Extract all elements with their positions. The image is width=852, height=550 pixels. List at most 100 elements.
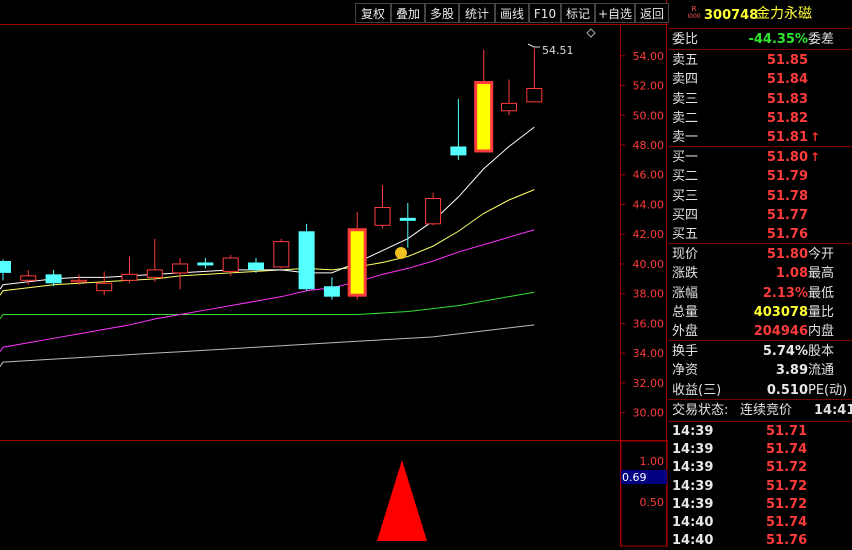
bid-row: 买一 51.80 ↑ — [668, 148, 852, 167]
weibi-value: -44.35% — [748, 32, 808, 47]
candle-body — [298, 231, 315, 290]
tick-row[interactable]: 14:39 51.72 — [668, 478, 852, 496]
ask-price: 51.85 — [766, 53, 808, 68]
tick-time: 14:40 — [672, 533, 714, 549]
stat2-suffix: 流通 — [808, 363, 835, 379]
candle-body — [172, 263, 189, 274]
tick-row[interactable]: 14:39 51.72 — [668, 496, 852, 514]
multi-stock-button[interactable]: 多股 — [425, 3, 459, 23]
add-watchlist-button[interactable]: +自选 — [595, 3, 635, 23]
stat-suffix: 最高 — [808, 266, 835, 282]
candle-body — [425, 198, 442, 225]
bid-label: 买五 — [672, 227, 699, 243]
stat-row: 外盘 204946 内盘 — [668, 322, 852, 341]
y-axis-tick-label: 30.00 — [633, 407, 665, 420]
candle-body — [399, 217, 416, 221]
bid-price: 51.77 — [766, 207, 808, 223]
tick-time: 14:40 — [672, 515, 714, 530]
candle-body — [248, 262, 264, 270]
ask-row: 卖二 51.82 — [668, 109, 852, 128]
ask-row: 卖三 51.83 — [668, 90, 852, 109]
trade-status-label: 交易状态: — [672, 403, 729, 418]
stat-row: 涨幅 2.13% 最低 — [668, 284, 852, 303]
y-axis-tick-label: 34.00 — [633, 347, 665, 360]
candle-body — [121, 273, 138, 281]
stat-value: 51.80 — [766, 247, 808, 262]
divider — [668, 243, 852, 244]
bid-label: 买三 — [672, 188, 699, 204]
candle-body — [450, 146, 467, 156]
divider — [668, 28, 852, 29]
stock-code: 300748 — [704, 8, 759, 23]
divider — [668, 49, 852, 50]
trade-status-time: 14:41: — [814, 403, 852, 418]
bid-price: 51.80 — [766, 150, 808, 165]
stat2-label: 收益(三) — [672, 382, 722, 398]
tick-price: 51.72 — [766, 478, 808, 494]
stat-suffix: 今开 — [808, 247, 835, 262]
chart-background — [0, 0, 668, 547]
ask-row: 卖五 51.85 — [668, 51, 852, 70]
stat-row: 总量 403078 量比 — [668, 303, 852, 322]
candle-body — [501, 102, 517, 112]
stat-label: 涨跌 — [672, 266, 699, 282]
tick-price: 51.71 — [766, 424, 808, 439]
stat-suffix: 量比 — [808, 304, 835, 320]
stat-value: 1.08 — [775, 266, 808, 282]
tick-row[interactable]: 14:39 51.74 — [668, 441, 852, 459]
indicator-tick-label: 0.50 — [640, 496, 665, 509]
bid-label: 买二 — [672, 169, 699, 185]
candle-body — [374, 206, 391, 226]
candle-body — [70, 279, 87, 283]
max-price-label: 54.51 — [542, 44, 574, 57]
overlay-button[interactable]: 叠加 — [391, 3, 425, 23]
tick-row[interactable]: 14:40 51.76 — [668, 532, 852, 550]
tick-time: 14:39 — [672, 478, 714, 494]
bid-price: 51.76 — [766, 227, 808, 243]
kline-chart[interactable]: 54.00 52.00 50.00 48.00 46.00 44.00 42.00 40.00… — [0, 0, 668, 547]
tick-row[interactable]: 14:39 51.72 — [668, 459, 852, 477]
mark-button[interactable]: 标记 — [561, 3, 595, 23]
ask-label: 卖四 — [672, 72, 699, 88]
statistics-button[interactable]: 统计 — [459, 3, 495, 23]
y-axis-tick-label: 54.00 — [633, 50, 665, 63]
bid-label: 买四 — [672, 207, 699, 223]
candle-body — [96, 282, 113, 292]
bid-label: 买一 — [672, 150, 699, 165]
back-button[interactable]: 返回 — [635, 3, 669, 23]
divider — [668, 340, 852, 341]
candle-body — [273, 241, 290, 268]
indicator-tick-label: 1.00 — [640, 455, 665, 468]
tick-price: 51.74 — [766, 442, 808, 458]
f10-button[interactable]: F10 — [529, 3, 561, 23]
tick-price: 51.74 — [766, 515, 808, 530]
indicator-value: 0.69 — [622, 471, 647, 484]
up-arrow-icon: ↑ — [810, 150, 821, 164]
stat2-suffix: 股本 — [808, 344, 835, 359]
stat-value: 204946 — [753, 324, 808, 340]
y-axis-tick-label: 38.00 — [633, 288, 665, 301]
y-axis-tick-label: 42.00 — [633, 228, 665, 241]
restore-rights-button[interactable]: 复权 — [355, 3, 391, 23]
stat-label: 涨幅 — [672, 285, 699, 301]
stat2-suffix: PE(动) — [808, 382, 848, 398]
tick-row[interactable]: 14:40 51.74 — [668, 514, 852, 532]
candle-body — [146, 269, 163, 278]
weibi-label: 委比 — [672, 32, 699, 47]
candle-body — [526, 87, 543, 103]
stat-value: 2.13% — [762, 285, 808, 301]
weicha-label: 委差 — [808, 32, 835, 47]
bid-row: 买二 51.79 — [668, 167, 852, 186]
ask-price: 51.82 — [766, 110, 808, 126]
tick-price: 51.76 — [766, 533, 808, 549]
tick-price: 51.72 — [766, 496, 808, 512]
bid-row: 买三 51.78 — [668, 187, 852, 206]
candle-body — [323, 286, 340, 297]
candle-body — [222, 257, 239, 272]
tick-price: 51.72 — [766, 460, 808, 476]
tick-row[interactable]: 14:39 51.71 — [668, 423, 852, 441]
y-axis-tick-label: 46.00 — [633, 169, 665, 182]
ask-label: 卖三 — [672, 91, 699, 107]
ask-row: 卖一 51.81 ↑ — [668, 128, 852, 147]
draw-line-button[interactable]: 画线 — [495, 3, 529, 23]
